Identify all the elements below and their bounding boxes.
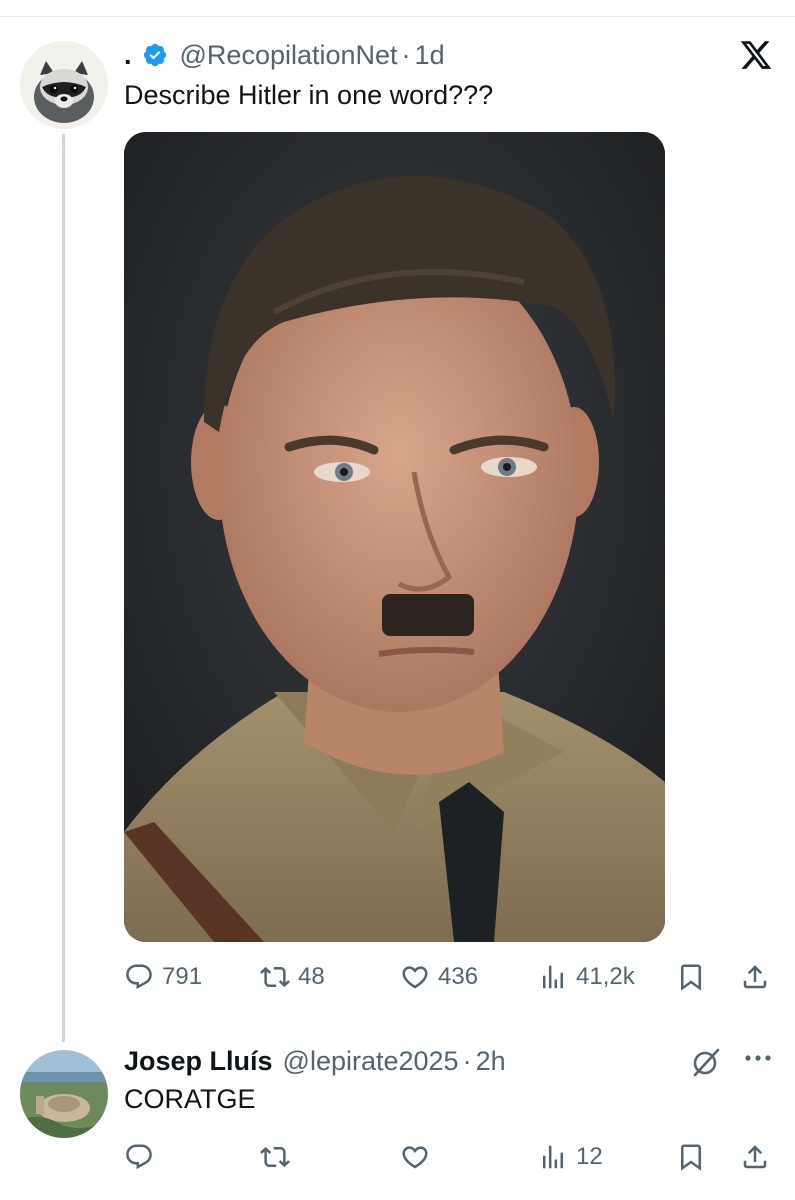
repost-icon bbox=[260, 966, 290, 988]
reply-author-display-name[interactable]: Josep Lluís bbox=[124, 1046, 273, 1077]
reply-bookmark-button[interactable] bbox=[676, 1137, 706, 1177]
reply-header: Josep Lluís @lepirate2025 · 2h bbox=[124, 1044, 506, 1078]
reply-icon bbox=[126, 1144, 152, 1170]
reply-text: CORATGE bbox=[124, 1084, 256, 1114]
share-icon bbox=[743, 965, 767, 989]
reply-count: 791 bbox=[162, 963, 203, 990]
reply-action-bar: 12 bbox=[124, 1137, 776, 1177]
author-handle[interactable]: @RecopilationNet bbox=[180, 40, 398, 71]
views-icon bbox=[543, 965, 563, 989]
reply-share-button[interactable] bbox=[740, 1137, 770, 1177]
more-icon[interactable] bbox=[740, 1044, 776, 1076]
bookmark-button[interactable] bbox=[676, 957, 706, 997]
post-header: . @RecopilationNet · 1d bbox=[124, 38, 445, 72]
repost-button[interactable]: 48 bbox=[260, 957, 325, 997]
post-time[interactable]: 1d bbox=[415, 40, 445, 71]
more-dots-icon bbox=[745, 1055, 771, 1061]
repost-count: 48 bbox=[298, 963, 325, 990]
share-button[interactable] bbox=[740, 957, 770, 997]
views-icon bbox=[543, 1145, 563, 1169]
thread-line bbox=[62, 134, 65, 1042]
post-text: Describe Hitler in one word??? bbox=[124, 80, 494, 110]
views-count: 41,2k bbox=[576, 963, 635, 990]
reply-author-handle[interactable]: @lepirate2025 bbox=[283, 1046, 459, 1077]
share-icon bbox=[743, 1145, 767, 1169]
like-button[interactable]: 436 bbox=[400, 957, 478, 997]
avatar[interactable] bbox=[20, 41, 108, 129]
heart-icon bbox=[402, 1146, 428, 1169]
portrait-image bbox=[124, 132, 665, 942]
grok-icon[interactable] bbox=[690, 1046, 722, 1078]
raccoon-avatar-image bbox=[20, 41, 108, 129]
post-action-bar: 791 48 436 41,2k bbox=[124, 957, 776, 997]
verified-badge-icon bbox=[143, 43, 166, 67]
like-count: 436 bbox=[438, 963, 479, 990]
author-display-name[interactable]: . bbox=[124, 40, 132, 71]
reply-views-button[interactable]: 12 bbox=[538, 1137, 603, 1177]
reply-icon bbox=[126, 964, 152, 990]
reply-repost-button[interactable] bbox=[260, 1137, 290, 1177]
heart-icon bbox=[402, 966, 428, 989]
reply-time[interactable]: 2h bbox=[476, 1046, 506, 1077]
top-divider bbox=[0, 16, 795, 17]
reply-like-button[interactable] bbox=[400, 1137, 430, 1177]
reply-button[interactable]: 791 bbox=[124, 957, 202, 997]
castle-avatar-image bbox=[20, 1050, 108, 1138]
bookmark-icon bbox=[681, 1144, 701, 1171]
reply-reply-button[interactable] bbox=[124, 1137, 154, 1177]
separator-dot: · bbox=[401, 39, 411, 70]
reply-separator-dot: · bbox=[462, 1045, 472, 1076]
x-logo-icon[interactable] bbox=[738, 38, 774, 72]
bookmark-icon bbox=[681, 964, 701, 991]
reply-avatar[interactable] bbox=[20, 1050, 108, 1138]
views-button[interactable]: 41,2k bbox=[538, 957, 635, 997]
reply-views-count: 12 bbox=[576, 1143, 603, 1170]
post-image[interactable] bbox=[124, 132, 665, 942]
repost-icon bbox=[260, 1146, 290, 1168]
